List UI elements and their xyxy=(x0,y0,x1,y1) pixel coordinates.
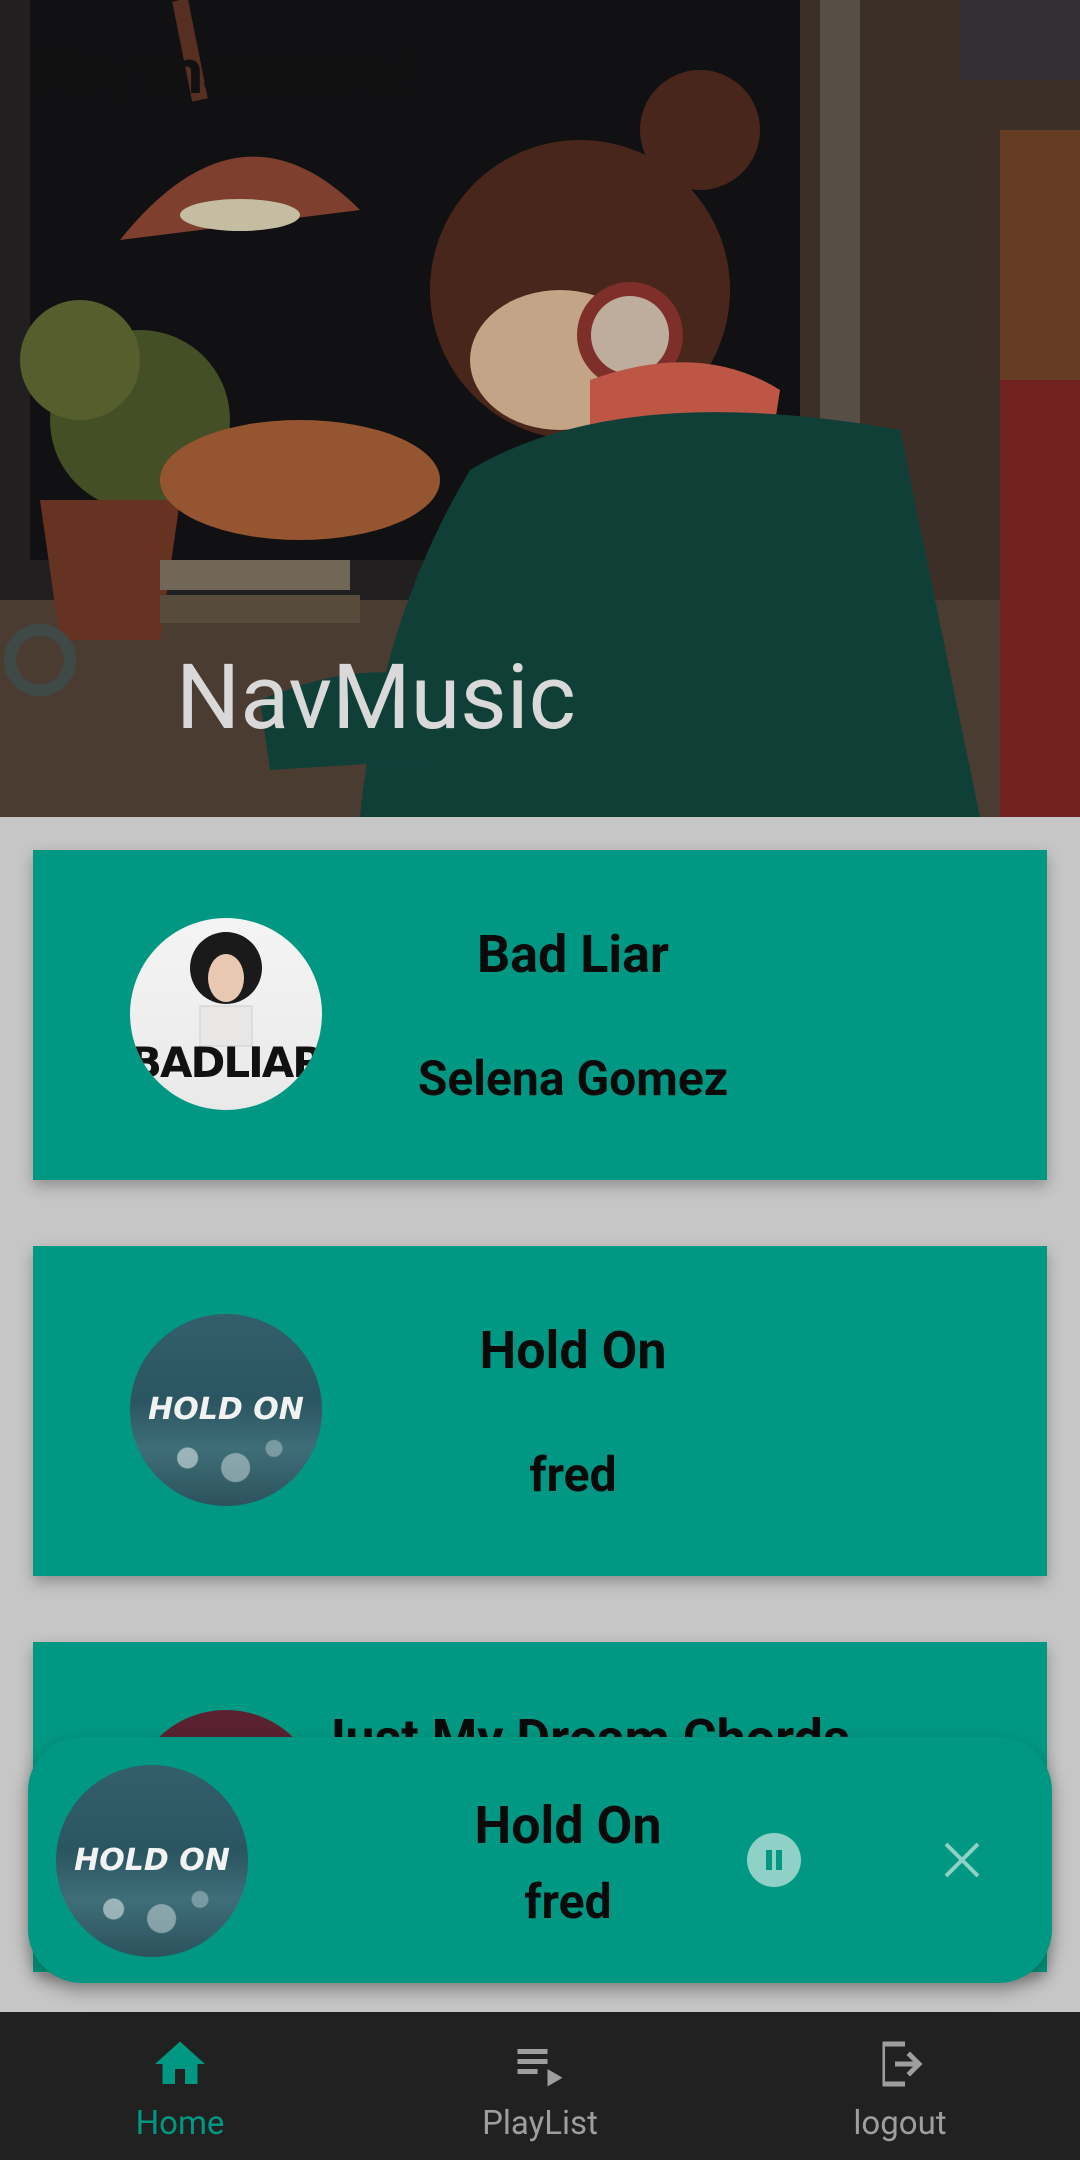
nav-label-home: Home xyxy=(135,2104,225,2143)
header-hero: Hey maneeva! NavMusic xyxy=(0,0,1080,817)
close-icon xyxy=(944,1842,980,1878)
now-playing-title: Hold On xyxy=(474,1795,662,1856)
now-playing-cover: HOLD ON xyxy=(56,1765,248,1957)
nav-label-playlist: PlayList xyxy=(482,2104,598,2143)
home-icon xyxy=(155,2041,205,2084)
song-card[interactable]: BADLIAR Bad Liar Selena Gomez xyxy=(33,850,1047,1180)
nav-item-playlist[interactable]: PlayList xyxy=(410,2012,670,2160)
now-playing-artist: fred xyxy=(524,1873,612,1930)
album-cover: BADLIAR xyxy=(130,918,322,1110)
app-title: NavMusic xyxy=(176,645,576,750)
logout-icon xyxy=(882,2041,923,2087)
greeting-text: Hey maneeva! xyxy=(30,36,412,109)
album-cover-text: BADLIAR xyxy=(130,1038,322,1087)
song-artist: Selena Gomez xyxy=(417,1050,729,1107)
song-title: Hold On xyxy=(479,1320,667,1381)
nav-label-logout: logout xyxy=(853,2104,947,2143)
bottom-navigation: Home PlayList logout xyxy=(0,2012,1080,2160)
song-artist: fred xyxy=(529,1446,617,1503)
nav-item-logout[interactable]: logout xyxy=(770,2012,1030,2160)
now-playing-cover-text: HOLD ON xyxy=(74,1843,230,1878)
song-title: Bad Liar xyxy=(477,924,669,985)
nav-item-home[interactable]: Home xyxy=(50,2012,310,2160)
now-playing-bar[interactable]: HOLD ON Hold On fred xyxy=(28,1737,1052,1983)
song-card[interactable]: HOLD ON Hold On fred xyxy=(33,1246,1047,1576)
album-cover-text: HOLD ON xyxy=(148,1392,304,1427)
pause-button[interactable] xyxy=(747,1833,801,1887)
album-cover: HOLD ON xyxy=(130,1314,322,1506)
close-button[interactable] xyxy=(936,1834,988,1886)
playlist-icon xyxy=(517,2049,563,2087)
